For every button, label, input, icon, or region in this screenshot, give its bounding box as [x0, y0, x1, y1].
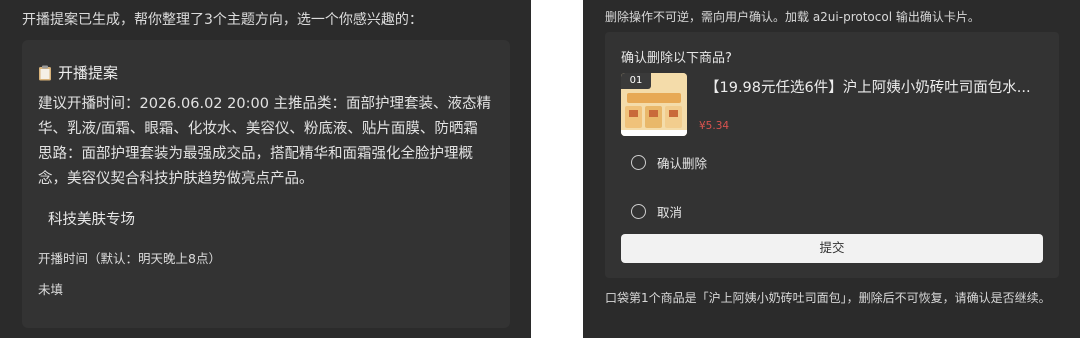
- radio-unchecked-icon[interactable]: [631, 155, 646, 170]
- broadcast-time-value[interactable]: 未填: [38, 279, 63, 298]
- product-price: ¥5.34: [699, 120, 730, 132]
- option-label: 确认删除: [657, 156, 708, 171]
- product-thumbnail: 01: [621, 73, 687, 136]
- plan-line: 思路：面部护理套装为最强成交品，搭配精华和面霜强化全脸护理概: [38, 146, 473, 162]
- broadcast-time-label: 开播时间（默认：明天晚上8点）: [38, 251, 221, 266]
- option-label: 取消: [657, 205, 683, 220]
- confirm-note: 口袋第1个商品是「沪上阿姨小奶砖吐司面包」，删除后不可恢复，请确认是否继续。: [605, 291, 1051, 305]
- right-chat-panel: 删除操作不可逆，需向用户确认。加载 a2ui-protocol 输出确认卡片。 …: [583, 0, 1080, 338]
- submit-button[interactable]: 提交: [621, 234, 1043, 263]
- left-chat-panel: 开播提案已生成，帮你整理了3个主题方向，选一个你感兴趣的： 开播提案 建议开播时…: [0, 0, 531, 338]
- option-confirm-delete[interactable]: 确认删除: [631, 153, 707, 172]
- product-index-badge: 01: [621, 73, 651, 89]
- assistant-intro-text: 删除操作不可逆，需向用户确认。加载 a2ui-protocol 输出确认卡片。: [605, 10, 980, 24]
- plan-body: 建议开播时间：2026.06.02 20:00 主推品类：面部护理套装、液态精 …: [38, 92, 500, 192]
- plan-title-text: 开播提案: [58, 64, 119, 82]
- plan-line: 华、乳液/面霜、眼霜、化妆水、美容仪、粉底液、贴片面膜、防晒霜: [38, 121, 478, 137]
- plan-line: 念，美容仪契合科技护肤趋势做亮点产品。: [38, 171, 314, 187]
- plan-line: 建议开播时间：2026.06.02 20:00 主推品类：面部护理套装、液态精: [38, 96, 492, 112]
- topic-option-tech-beauty[interactable]: 科技美肤专场: [48, 208, 135, 229]
- product-name: 【19.98元任选6件】沪上阿姨小奶砖吐司面包水...: [705, 80, 1031, 96]
- assistant-intro-text: 开播提案已生成，帮你整理了3个主题方向，选一个你感兴趣的：: [22, 12, 423, 28]
- option-cancel[interactable]: 取消: [631, 202, 682, 221]
- radio-unchecked-icon[interactable]: [631, 204, 646, 219]
- delete-confirm-card: 确认删除以下商品? 01 【19.98元任选6件】沪上阿姨小奶砖吐司面包水...…: [605, 32, 1059, 278]
- confirm-question: 确认删除以下商品?: [621, 51, 732, 66]
- clipboard-icon: [38, 65, 52, 81]
- plan-title: 开播提案: [38, 62, 118, 83]
- plan-card: 开播提案 建议开播时间：2026.06.02 20:00 主推品类：面部护理套装…: [22, 40, 510, 328]
